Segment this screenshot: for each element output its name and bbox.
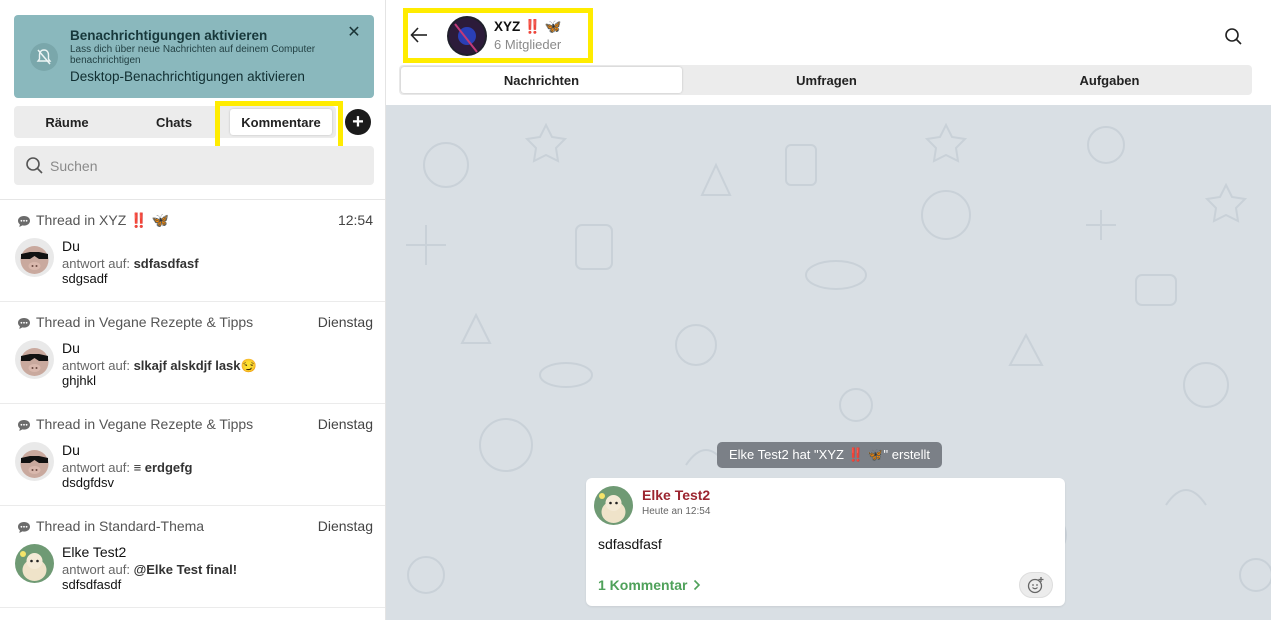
thread-reply: antwort auf: sdfasdfasf [62,256,199,271]
thread-reply: antwort auf: slkajf alskdjf lask😏 [62,358,257,374]
thread-time: 12:54 [337,212,373,228]
thread-time: Dienstag [317,314,373,330]
tab-aufgaben[interactable]: Aufgaben [969,67,1250,93]
message-timestamp: Heute an 12:54 [642,506,711,517]
emoji-add-icon [1027,577,1044,594]
thread-item[interactable]: Thread in Vegane Rezepte & Tipps Diensta… [0,302,385,404]
thread-item[interactable]: Thread in Standard-Thema Dienstag Elke T… [0,506,385,608]
reply-prefix: antwort auf: [62,562,130,577]
reply-text: ≡ erdgefg [133,460,193,475]
comments-link[interactable]: 1 Kommentar [598,577,701,593]
room-tabs: Nachrichten Umfragen Aufgaben [399,65,1252,95]
search-input[interactable] [50,146,350,185]
pig-avatar [15,442,54,481]
pig-avatar [15,340,54,379]
reply-prefix: antwort auf: [62,256,130,271]
search-icon[interactable] [1224,27,1243,46]
room-name: XYZ ‼️ 🦋 [494,19,562,34]
notification-description: Lass dich über neue Nachrichten auf dein… [70,44,316,66]
pig-avatar [15,238,54,277]
thread-reply: antwort auf: ≡ erdgefg [62,460,192,475]
search-box [14,146,374,185]
room-header: XYZ ‼️ 🦋 6 Mitglieder Nachrichten Umfrag… [386,0,1271,105]
message-card: Elke Test2 Heute an 12:54 sdfasdfasf 1 K… [586,478,1065,606]
thread-time: Dienstag [317,518,373,534]
thread-author: Elke Test2 [62,544,127,560]
thread-title: Thread in Vegane Rezepte & Tipps [36,416,254,432]
reply-text: @Elke Test final! [133,562,238,577]
right-pane: XYZ ‼️ 🦋 6 Mitglieder Nachrichten Umfrag… [386,0,1271,620]
reply-prefix: antwort auf: [62,358,130,373]
thread-reply: antwort auf: @Elke Test final! [62,562,237,577]
room-member-count: 6 Mitglieder [494,37,562,52]
search-icon [26,157,43,174]
reply-text: slkajf alskdjf lask😏 [133,358,257,373]
thread-author: Du [62,442,80,458]
speech-bubble-icon [18,420,30,431]
tab-umfragen[interactable]: Umfragen [686,67,967,93]
thread-last-message: sdgsadf [62,271,108,286]
add-reaction-button[interactable] [1019,572,1053,598]
llama-avatar [594,486,633,525]
message-text: sdfasdfasf [598,536,662,552]
thread-author: Du [62,238,80,254]
speech-bubble-icon [18,216,30,227]
thread-item[interactable]: Thread in Vegane Rezepte & Tipps Diensta… [0,404,385,506]
left-tabs: Räume Chats Kommentare [14,106,336,138]
close-icon[interactable]: ✕ [347,25,361,41]
message-author[interactable]: Elke Test2 [642,487,710,503]
back-arrow-icon[interactable] [410,26,428,44]
enable-notifications-link[interactable]: Desktop-Benachrichtigungen aktivieren [70,69,305,84]
room-avatar [447,16,487,56]
notification-banner[interactable]: Benachrichtigungen aktivieren Lass dich … [14,15,374,98]
thread-title: Thread in XYZ ‼️ 🦋 [36,212,169,228]
thread-item[interactable]: Thread in XYZ ‼️ 🦋 12:54 Du antwort auf:… [0,200,385,302]
system-message: Elke Test2 hat "XYZ ‼️ 🦋" erstellt [717,442,943,468]
thread-title: Thread in Vegane Rezepte & Tipps [36,314,254,330]
tab-nachrichten[interactable]: Nachrichten [401,67,682,93]
tab-raeume[interactable]: Räume [22,109,112,135]
thread-last-message: sdfsdfasdf [62,577,122,592]
thread-list: Thread in XYZ ‼️ 🦋 12:54 Du antwort auf:… [0,199,385,608]
thread-author: Du [62,340,80,356]
speech-bubble-icon [18,318,30,329]
app: Benachrichtigungen aktivieren Lass dich … [0,0,1271,620]
thread-last-message: dsdgfdsv [62,475,115,490]
add-button[interactable]: + [345,109,371,135]
reply-prefix: antwort auf: [62,460,130,475]
chevron-right-icon [694,579,701,591]
notification-title: Benachrichtigungen aktivieren [70,28,268,43]
speech-bubble-icon [18,522,30,533]
thread-time: Dienstag [317,416,373,432]
reply-text: sdfasdfasf [133,256,199,271]
bell-off-icon [30,43,58,71]
thread-last-message: ghjhkl [62,373,96,388]
tab-chats[interactable]: Chats [130,109,218,135]
left-pane: Benachrichtigungen aktivieren Lass dich … [0,0,386,620]
tab-kommentare[interactable]: Kommentare [230,109,332,135]
chat-area: Elke Test2 hat "XYZ ‼️ 🦋" erstellt Elke … [386,105,1271,620]
highlight-frame [403,8,593,63]
thread-title: Thread in Standard-Thema [36,518,205,534]
llama-avatar [15,544,54,583]
comments-count: 1 Kommentar [598,577,688,593]
